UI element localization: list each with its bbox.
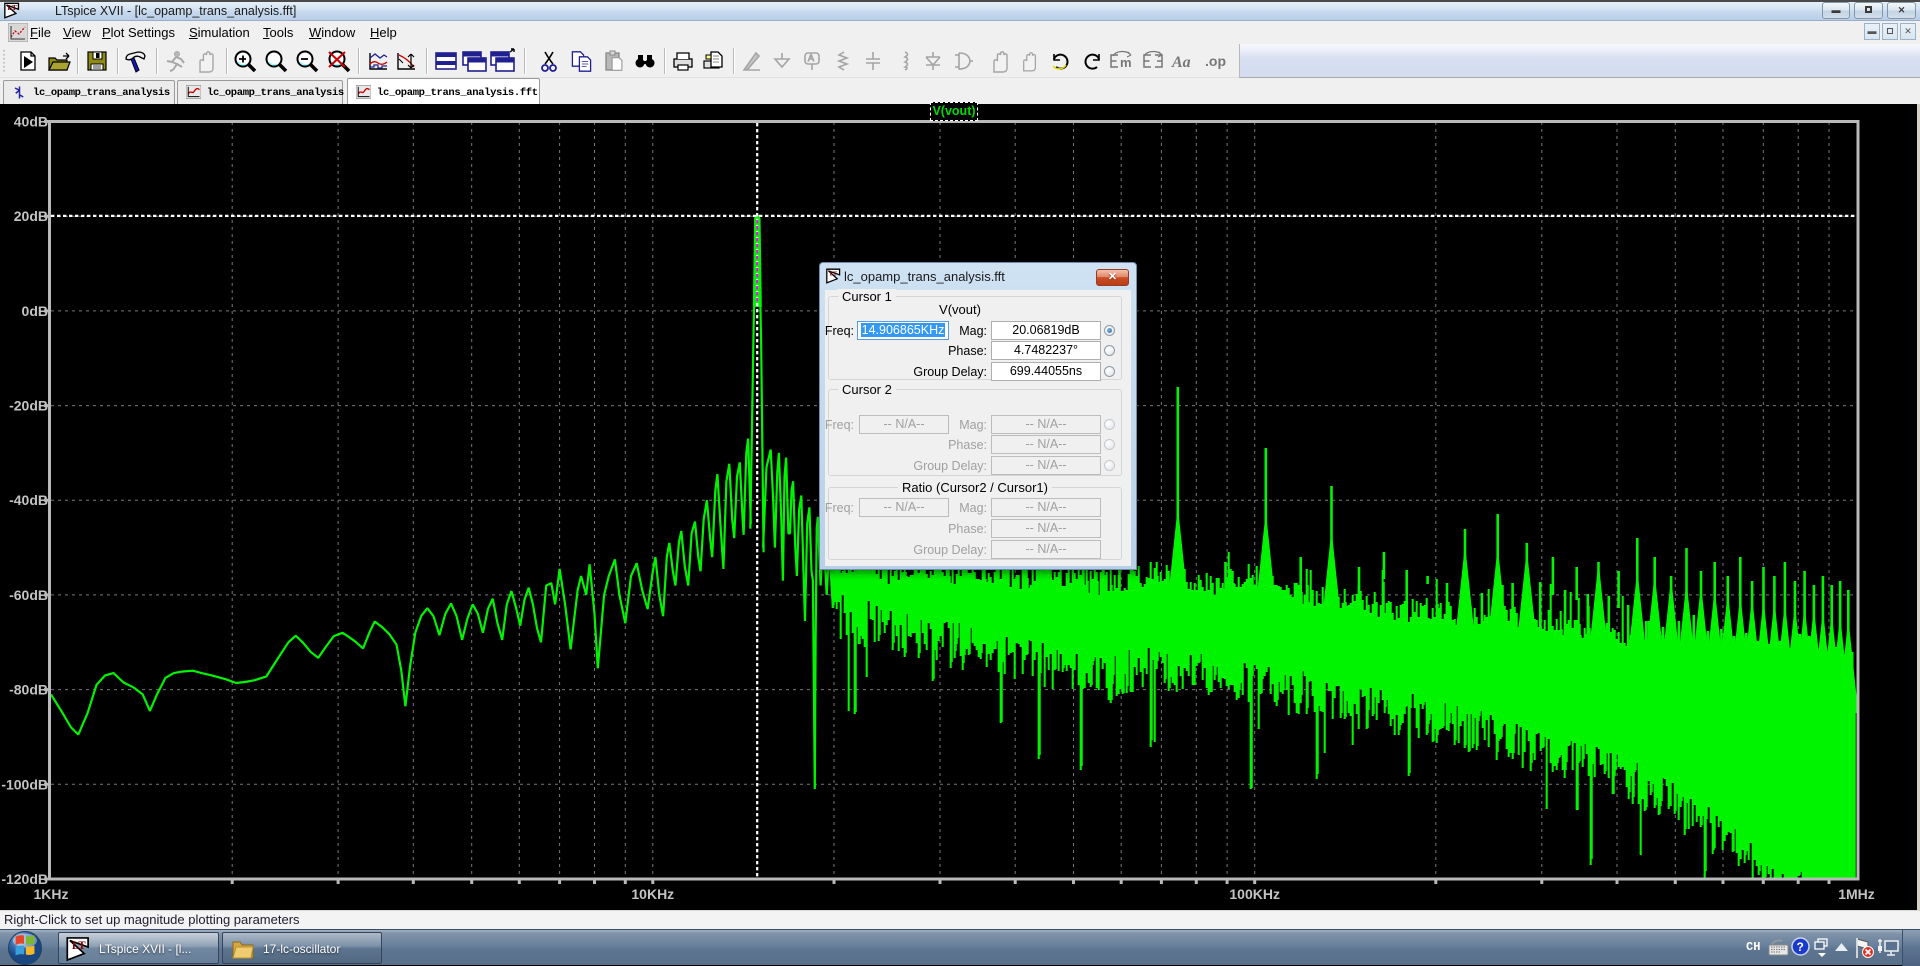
svg-text:LT: LT [72,940,86,952]
svg-text:-80dB: -80dB [9,682,48,698]
svg-text:20dB: 20dB [14,208,48,224]
svg-text:40dB: 40dB [14,114,48,130]
svg-text:-60dB: -60dB [9,587,48,603]
svg-text:1KHz: 1KHz [33,886,68,902]
svg-text:-120dB: -120dB [1,871,48,887]
svg-text:-40dB: -40dB [9,492,48,508]
svg-text:-100dB: -100dB [1,776,48,792]
svg-text:100KHz: 100KHz [1229,886,1280,902]
svg-text:A: A [808,53,814,63]
svg-text:m: m [1120,55,1132,70]
svg-text:LT: LT [830,272,837,278]
svg-text:1MHz: 1MHz [1838,886,1875,902]
svg-text:?: ? [1797,940,1804,954]
svg-text:10KHz: 10KHz [631,886,674,902]
svg-text:-20dB: -20dB [9,398,48,414]
svg-text:.op: .op [1205,53,1226,69]
svg-text:LT: LT [7,3,17,12]
svg-text:Aa: Aa [1171,54,1191,71]
